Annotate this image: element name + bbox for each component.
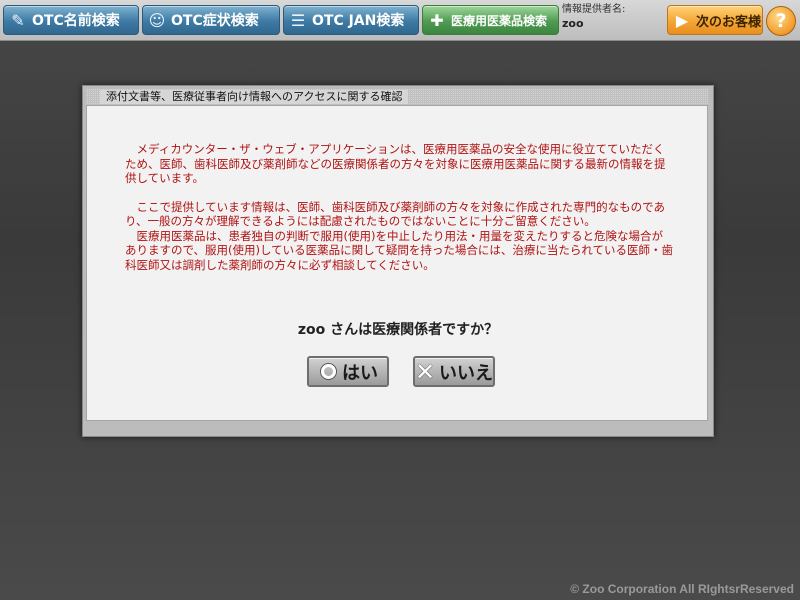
professional-question: zoo さんは医療関係者ですか？ bbox=[297, 322, 499, 338]
yes-label: はい bbox=[342, 362, 378, 384]
otc-name-search-label: OTC名前検索 bbox=[32, 13, 120, 29]
cross-icon: ✕ bbox=[414, 357, 436, 386]
barcode-icon: ☰ bbox=[290, 10, 306, 30]
notice-paragraph-1: メディカウンター・ザ・ウェブ・アプリケーションは、医療用医薬品の安全な使用に役立… bbox=[125, 142, 666, 185]
pill-icon: ✎ bbox=[11, 10, 25, 30]
question-mark-icon: ? bbox=[775, 10, 787, 32]
otc-name-search-button[interactable]: ✎ OTC名前検索 bbox=[3, 5, 139, 35]
notice-text: メディカウンター・ザ・ウェブ・アプリケーションは、医療用医薬品の安全な使用に役立… bbox=[125, 142, 673, 272]
copyright-footer: © Zoo Corporation All RIghtsrReserved bbox=[570, 582, 794, 596]
circle-icon bbox=[318, 362, 338, 382]
otc-jan-search-button[interactable]: ☰ OTC JAN検索 bbox=[283, 5, 419, 35]
info-provider-name: zoo bbox=[562, 17, 584, 30]
help-button[interactable]: ? bbox=[766, 6, 796, 36]
body-icon: ☺ bbox=[148, 10, 166, 30]
no-button[interactable]: ✕ いいえ bbox=[413, 356, 495, 387]
next-customer-button[interactable]: ▶ 次のお客様 bbox=[667, 5, 763, 35]
otc-symptom-search-button[interactable]: ☺ OTC症状検索 bbox=[142, 5, 280, 35]
capsule-icon: ✚ bbox=[430, 10, 444, 30]
dialog-body: メディカウンター・ザ・ウェブ・アプリケーションは、医療用医薬品の安全な使用に役立… bbox=[86, 105, 708, 421]
no-label: いいえ bbox=[439, 362, 493, 384]
next-customer-label: 次のお客様 bbox=[696, 14, 762, 30]
info-provider-label: 情報提供者名: bbox=[562, 4, 626, 15]
ethical-drug-search-button[interactable]: ✚ 医療用医薬品検索 bbox=[422, 5, 559, 35]
info-provider: 情報提供者名: zoo bbox=[562, 3, 664, 37]
notice-paragraph-2: ここで提供しています情報は、医師、歯科医師及び薬剤師の方々を対象に作成された専門… bbox=[125, 199, 666, 229]
notice-paragraph-3: 医療用医薬品は、患者独自の判断で服用(使用)を中止したり用法・用量を変えたりする… bbox=[125, 228, 673, 272]
otc-symptom-search-label: OTC症状検索 bbox=[171, 13, 259, 29]
dialog-title-bar: 添付文書等、医療従事者向け情報へのアクセスに関する確認 bbox=[86, 89, 708, 105]
confirmation-dialog: 添付文書等、医療従事者向け情報へのアクセスに関する確認 メディカウンター・ザ・ウ… bbox=[82, 85, 714, 437]
otc-jan-search-label: OTC JAN検索 bbox=[312, 13, 405, 29]
yes-button[interactable]: はい bbox=[307, 356, 389, 387]
top-toolbar: ✎ OTC名前検索 ☺ OTC症状検索 ☰ OTC JAN検索 ✚ 医療用医薬品… bbox=[0, 0, 800, 41]
ethical-drug-search-label: 医療用医薬品検索 bbox=[451, 13, 548, 28]
play-icon: ▶ bbox=[675, 10, 689, 30]
dialog-title: 添付文書等、医療従事者向け情報へのアクセスに関する確認 bbox=[100, 90, 409, 104]
